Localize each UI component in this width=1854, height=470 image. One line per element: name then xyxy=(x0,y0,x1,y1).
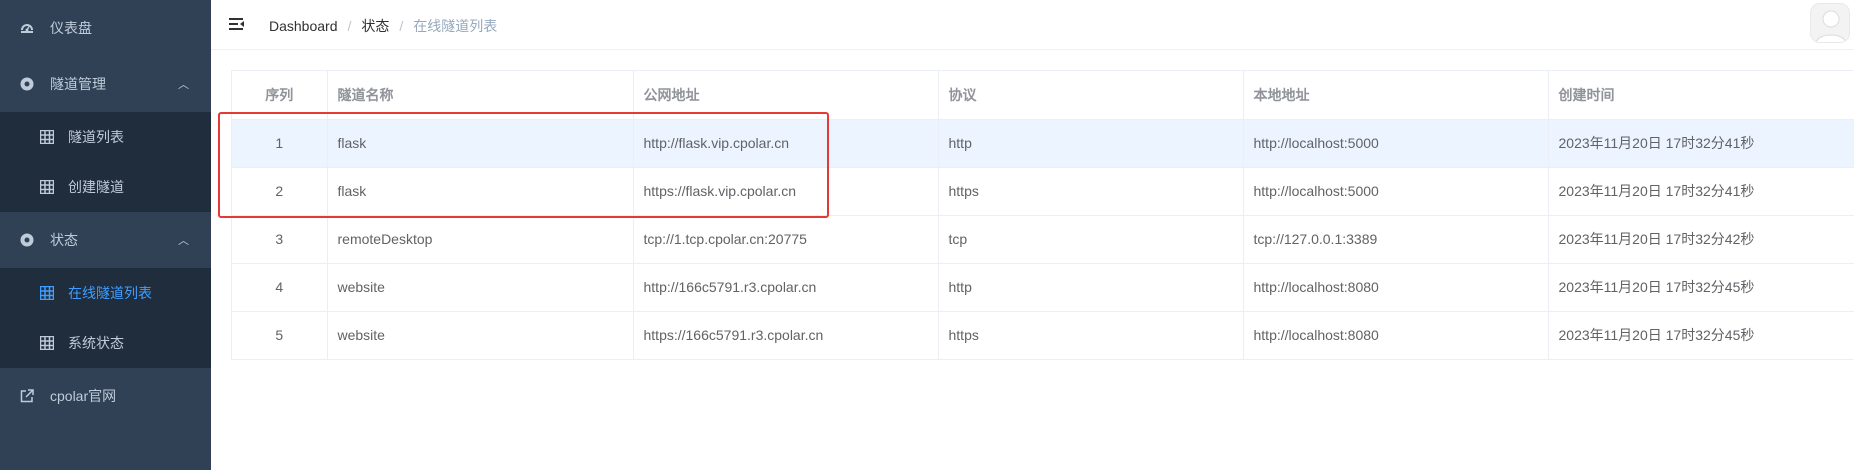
table-row[interactable]: 3 remoteDesktop tcp://1.tcp.cpolar.cn:20… xyxy=(232,215,1854,264)
table-cell: https xyxy=(938,167,1244,216)
menu-item-label: 隧道列表 xyxy=(68,129,124,145)
sidebar-item-create-tunnel[interactable]: 创建隧道 xyxy=(0,162,211,212)
table-cell: http://localhost:5000 xyxy=(1243,167,1549,216)
table-cell: 2023年11月20日 17时32分45秒 xyxy=(1548,311,1854,359)
table-cell: flask xyxy=(327,167,634,216)
submenu-tunnel-management: 隧道列表 创建隧道 xyxy=(0,112,211,212)
sidebar-item-tunnel-list[interactable]: 隧道列表 xyxy=(0,112,211,162)
column-header: 协议 xyxy=(938,71,1244,120)
table-cell: https://166c5791.r3.cpolar.cn xyxy=(633,311,939,359)
table-cell: website xyxy=(327,311,634,359)
table-cell: http://flask.vip.cpolar.cn xyxy=(633,119,939,168)
table-cell: http://localhost:8080 xyxy=(1243,311,1549,359)
external-link-icon xyxy=(20,389,34,403)
hamburger-icon[interactable] xyxy=(228,16,246,34)
chevron-up-icon: ︿ xyxy=(178,79,189,91)
dashboard-icon xyxy=(20,21,34,35)
table-cell: website xyxy=(327,263,634,312)
breadcrumb-current: 在线隧道列表 xyxy=(413,18,498,34)
table-cell: http://166c5791.r3.cpolar.cn xyxy=(633,263,939,312)
table-cell: tcp://1.tcp.cpolar.cn:20775 xyxy=(633,215,939,264)
menu-item-label: 创建隧道 xyxy=(68,179,124,195)
table-cell: http xyxy=(938,119,1244,168)
table-cell: https://flask.vip.cpolar.cn xyxy=(633,167,939,216)
navbar: Dashboard / 状态 / 在线隧道列表 xyxy=(211,0,1854,50)
grid-icon xyxy=(40,336,54,350)
table-cell: https xyxy=(938,311,1244,359)
menu-item-status[interactable]: 状态 ︿ xyxy=(0,212,211,268)
menu-item-tunnel-management[interactable]: 隧道管理 ︿ xyxy=(0,56,211,112)
menu-item-label: 状态 xyxy=(50,232,78,248)
menu-item-label: 仪表盘 xyxy=(50,20,92,36)
grid-icon xyxy=(40,130,54,144)
breadcrumb-status[interactable]: 状态 xyxy=(361,16,389,36)
table-header-row: 序列 隧道名称 公网地址 协议 本地地址 创建时间 xyxy=(232,71,1854,120)
breadcrumb-separator: / xyxy=(347,18,352,34)
table-cell: 2023年11月20日 17时32分45秒 xyxy=(1548,263,1854,312)
table-row[interactable]: 2 flask https://flask.vip.cpolar.cn http… xyxy=(232,167,1854,216)
breadcrumb-dashboard[interactable]: Dashboard xyxy=(269,18,338,34)
table-row[interactable]: 5 website https://166c5791.r3.cpolar.cn … xyxy=(232,311,1854,359)
column-header: 序列 xyxy=(232,71,328,120)
table-cell: 3 xyxy=(232,215,328,264)
chevron-up-icon: ︿ xyxy=(178,235,189,247)
table-row[interactable]: 1 flask http://flask.vip.cpolar.cn http … xyxy=(232,119,1854,168)
settings-circle-icon xyxy=(20,233,34,247)
column-header: 公网地址 xyxy=(633,71,939,120)
column-header: 隧道名称 xyxy=(327,71,634,120)
column-header: 创建时间 xyxy=(1548,71,1854,120)
table-cell: 2023年11月20日 17时32分41秒 xyxy=(1548,167,1854,216)
table-cell: 5 xyxy=(232,311,328,359)
table-cell: 2023年11月20日 17时32分41秒 xyxy=(1548,119,1854,168)
table-cell: remoteDesktop xyxy=(327,215,634,264)
breadcrumb: Dashboard / 状态 / 在线隧道列表 xyxy=(269,16,497,36)
avatar[interactable] xyxy=(1810,3,1850,43)
table-cell: http://localhost:8080 xyxy=(1243,263,1549,312)
online-tunnels-table: 序列 隧道名称 公网地址 协议 本地地址 创建时间 1 flask http:/… xyxy=(231,70,1854,360)
menu-item-cpolar-website[interactable]: cpolar官网 xyxy=(0,368,211,424)
breadcrumb-separator: / xyxy=(399,18,404,34)
grid-icon xyxy=(40,286,54,300)
menu-item-label: 隧道管理 xyxy=(50,76,106,92)
submenu-status: 在线隧道列表 系统状态 xyxy=(0,268,211,368)
sidebar: 仪表盘 隧道管理 ︿ 隧道列表 创建隧道 状态 ︿ 在线隧道列表 系统状态 cp… xyxy=(0,0,211,470)
table-cell: tcp://127.0.0.1:3389 xyxy=(1243,215,1549,264)
table-cell: 2023年11月20日 17时32分42秒 xyxy=(1548,215,1854,264)
table-cell: 4 xyxy=(232,263,328,312)
menu-item-label: 在线隧道列表 xyxy=(68,285,152,301)
table-cell: 1 xyxy=(232,119,328,168)
column-header: 本地地址 xyxy=(1243,71,1549,120)
table-cell: http://localhost:5000 xyxy=(1243,119,1549,168)
table-cell: 2 xyxy=(232,167,328,216)
menu-item-label: 系统状态 xyxy=(68,335,124,351)
sidebar-item-online-tunnels[interactable]: 在线隧道列表 xyxy=(0,268,211,318)
grid-icon xyxy=(40,180,54,194)
menu-item-label: cpolar官网 xyxy=(50,388,117,404)
table-cell: http xyxy=(938,263,1244,312)
sidebar-item-system-status[interactable]: 系统状态 xyxy=(0,318,211,368)
table-cell: tcp xyxy=(938,215,1244,264)
table-cell: flask xyxy=(327,119,634,168)
settings-circle-icon xyxy=(20,77,34,91)
table-row[interactable]: 4 website http://166c5791.r3.cpolar.cn h… xyxy=(232,263,1854,312)
menu-item-dashboard[interactable]: 仪表盘 xyxy=(0,0,211,56)
